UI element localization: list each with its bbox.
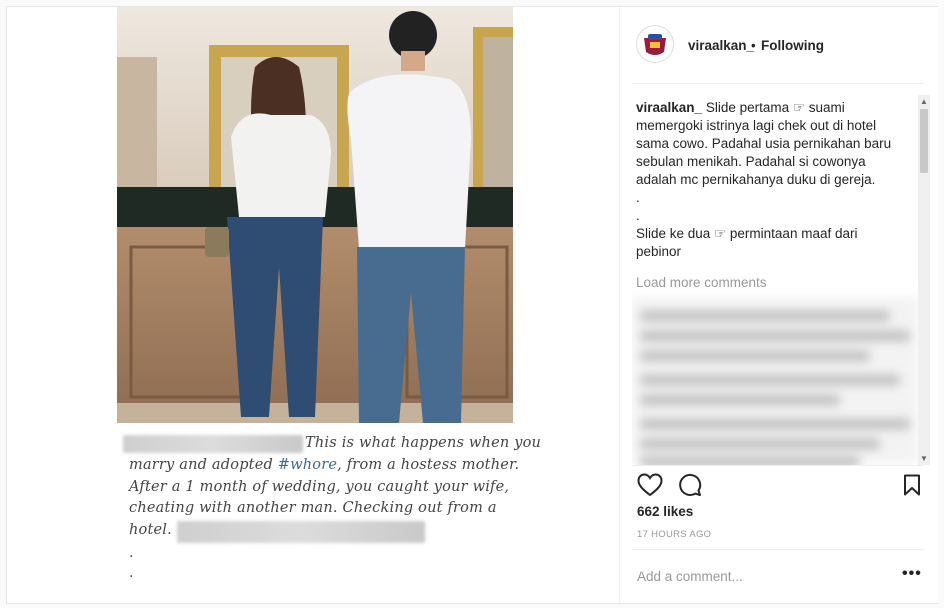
separator-dot: • [751,38,756,53]
author-avatar[interactable] [636,25,674,63]
scroll-down-arrow-icon[interactable]: ▼ [920,454,928,463]
caption-line: adalah mc pernikahanya duku di gereja. [636,172,876,187]
scrollbar-thumb[interactable] [920,109,928,173]
post-sidebar: viraalkan_ • Following viraalkan_ Slide … [619,7,938,603]
save-button[interactable] [898,471,926,499]
scroll-up-arrow-icon[interactable]: ▲ [920,97,928,106]
caption-dot: . [636,208,640,223]
blurred-comments [632,297,918,465]
add-comment-input[interactable]: Add a comment... [637,569,743,584]
divider [632,465,924,466]
hotel-front-desk-photo [117,7,513,423]
image-caption-line: This is what happens when you [305,435,542,451]
comments-scrollbar[interactable]: ▲ ▼ [918,95,930,465]
divider [632,549,924,550]
caption-dot: . [636,190,640,205]
post-modal: This is what happens when you marry and … [6,6,938,604]
image-caption-line: After a 1 month of wedding, you caught y… [129,479,510,495]
comments-section[interactable]: viraalkan_ Slide pertama ☞ suami memergo… [632,97,928,465]
post-timestamp[interactable]: 17 HOURS AGO [637,529,711,540]
post-media[interactable]: This is what happens when you marry and … [7,7,619,603]
image-caption-dot: . [129,545,134,561]
image-caption-line: cheating with another man. Checking out … [129,500,497,516]
caption-line: sama cowo. Padahal usia pernikahan baru [636,136,892,151]
image-caption-line: marry and adopted #whore, from a hostess… [129,457,520,473]
like-button[interactable] [636,471,664,499]
comment-bubble-icon [679,474,702,496]
comment-button[interactable] [676,471,704,499]
heart-icon [637,473,663,497]
divider [632,83,924,84]
caption-line: memergoki istrinya lagi chek out di hote… [636,118,877,133]
post-header: viraalkan_ • Following [620,7,938,83]
avatar-logo-icon [637,26,673,62]
bookmark-icon [904,474,920,496]
caption-line: pebinor [636,244,682,259]
post-actions [636,471,926,501]
blurred-text [177,521,425,543]
image-caption-line: hotel. [129,522,172,538]
load-more-comments-button[interactable]: Load more comments [636,275,767,290]
image-caption-text: This is what happens when you marry and … [117,423,547,603]
hashtag: #whore [277,457,338,473]
post-photo [117,7,513,423]
author-username[interactable]: viraalkan_ [688,38,754,53]
image-caption-dot: . [129,565,134,581]
blurred-text [123,435,303,453]
caption-username[interactable]: viraalkan_ [636,100,702,115]
post-caption: viraalkan_ Slide pertama ☞ suami memergo… [636,99,906,261]
caption-line: Slide pertama ☞ suami [705,100,845,115]
caption-line: sebulan menikah. Padahal si cowonya [636,154,866,169]
likes-count[interactable]: 662 likes [637,504,693,519]
caption-line: Slide ke dua ☞ permintaan maaf dari [636,226,858,241]
more-options-button[interactable]: ••• [902,565,922,583]
following-button[interactable]: Following [761,38,824,53]
